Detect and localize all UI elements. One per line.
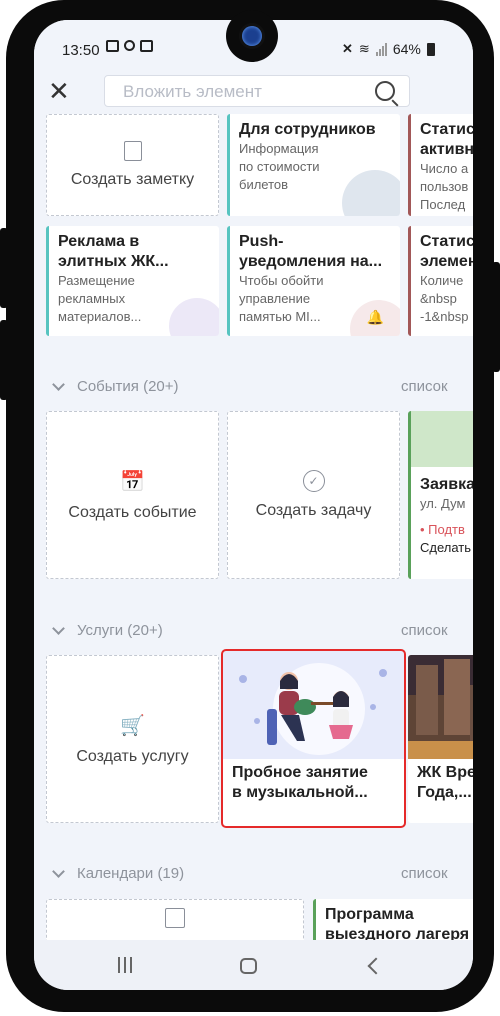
create-service-label: Создать услугу	[76, 747, 189, 765]
battery-percent: 64%	[392, 41, 421, 57]
services-header-label: Услуги (20+)	[77, 622, 163, 639]
note-title: Для сотрудников	[239, 121, 376, 138]
note-card[interactable]: Push- уведомления на... Чтобы обойти упр…	[227, 226, 400, 336]
events-header-label: События (20+)	[77, 378, 179, 395]
cart-icon: 🛒	[120, 714, 145, 737]
chevron-down-icon	[52, 621, 65, 635]
note-card[interactable]: Реклама в элитных ЖК... Размещение рекла…	[46, 226, 219, 336]
calendar-title: Программа выездного лагеря	[325, 906, 470, 943]
service-title: Пробное занятие в музыкальной...	[232, 764, 368, 801]
calendar-icon	[165, 908, 185, 928]
calendars-list-link[interactable]: список	[401, 865, 448, 882]
create-task-label: Создать задачу	[255, 502, 372, 519]
search-icon[interactable]	[375, 81, 395, 101]
event-card[interactable]: Заявка ул. Дум • Подтв Сделать	[408, 411, 473, 579]
event-card-banner	[411, 411, 473, 467]
search-placeholder: Вложить элемент	[123, 82, 262, 101]
note-card[interactable]: Статис элемен Количе &nbsp -1&nbsp	[408, 226, 473, 336]
service-card[interactable]: ЖК Вре Года,...	[408, 655, 473, 823]
signal-icon	[375, 42, 387, 56]
front-camera	[226, 10, 278, 62]
note-icon	[123, 141, 142, 161]
service-title: ЖК Вре Года,...	[417, 764, 473, 801]
mute-icon: ✕	[342, 41, 353, 56]
volume-button	[0, 320, 8, 400]
music-lesson-illustration	[223, 651, 404, 759]
note-card[interactable]: Статис активн Число а пользов Послед	[408, 114, 473, 216]
status-time: 13:50	[62, 42, 100, 59]
note-title: Статис элемен	[420, 233, 473, 270]
volume-button	[0, 228, 8, 308]
create-event-label: Создать событие	[68, 503, 197, 521]
residential-complex-photo	[408, 655, 473, 759]
create-service-button[interactable]: 🛒 Создать услугу	[46, 655, 219, 823]
events-section-header[interactable]: События (20+)	[52, 377, 179, 395]
create-note-button[interactable]: Создать заметку	[46, 114, 219, 216]
event-status: • Подтв	[420, 522, 465, 537]
bell-icon: 🔔	[366, 309, 384, 325]
app-notification-icon	[140, 40, 153, 52]
note-subtitle: Число а пользов Послед	[420, 161, 469, 212]
create-note-label: Создать заметку	[70, 171, 195, 188]
wifi-icon: ≋	[358, 41, 370, 56]
note-title: Статис активн	[420, 121, 473, 158]
system-nav-bar	[34, 940, 473, 990]
create-task-button[interactable]: ✓ Создать задачу	[227, 411, 400, 579]
search-bar: ✕ Вложить элемент	[34, 72, 473, 114]
create-event-button[interactable]: 📅 Создать событие	[46, 411, 219, 579]
search-notification-icon	[124, 40, 135, 51]
check-circle-icon: ✓	[302, 470, 325, 492]
services-section-header[interactable]: Услуги (20+)	[52, 621, 163, 639]
calendars-header-label: Календари (19)	[77, 865, 185, 882]
recent-apps-icon[interactable]	[118, 957, 132, 973]
close-icon[interactable]: ✕	[48, 77, 70, 105]
event-action[interactable]: Сделать	[420, 539, 473, 557]
screen: 13:50 ✕ ≋ 64% ✕ Вложить элемент Создать …	[34, 20, 473, 990]
home-icon[interactable]	[240, 958, 257, 974]
back-icon[interactable]	[367, 957, 385, 975]
note-subtitle: Количе &nbsp -1&nbsp	[420, 273, 469, 324]
note-card[interactable]: Для сотрудников Информация по стоимости …	[227, 114, 400, 216]
search-input[interactable]: Вложить элемент	[104, 75, 410, 107]
calendar-clock-icon: 📅	[120, 470, 145, 493]
chevron-down-icon	[52, 864, 65, 878]
services-list-link[interactable]: список	[401, 622, 448, 639]
service-card-selected[interactable]: Пробное занятие в музыкальной...	[221, 649, 406, 828]
event-title: Заявка	[420, 476, 473, 493]
note-title: Реклама в элитных ЖК...	[58, 233, 169, 270]
power-button	[492, 262, 500, 372]
battery-icon	[426, 42, 435, 56]
note-title: Push- уведомления на...	[239, 233, 383, 270]
calendars-section-header[interactable]: Календари (19)	[52, 864, 185, 882]
event-address: ул. Дум	[420, 496, 466, 511]
gallery-icon	[106, 40, 119, 52]
events-list-link[interactable]: список	[401, 378, 448, 395]
chevron-down-icon	[52, 377, 65, 391]
